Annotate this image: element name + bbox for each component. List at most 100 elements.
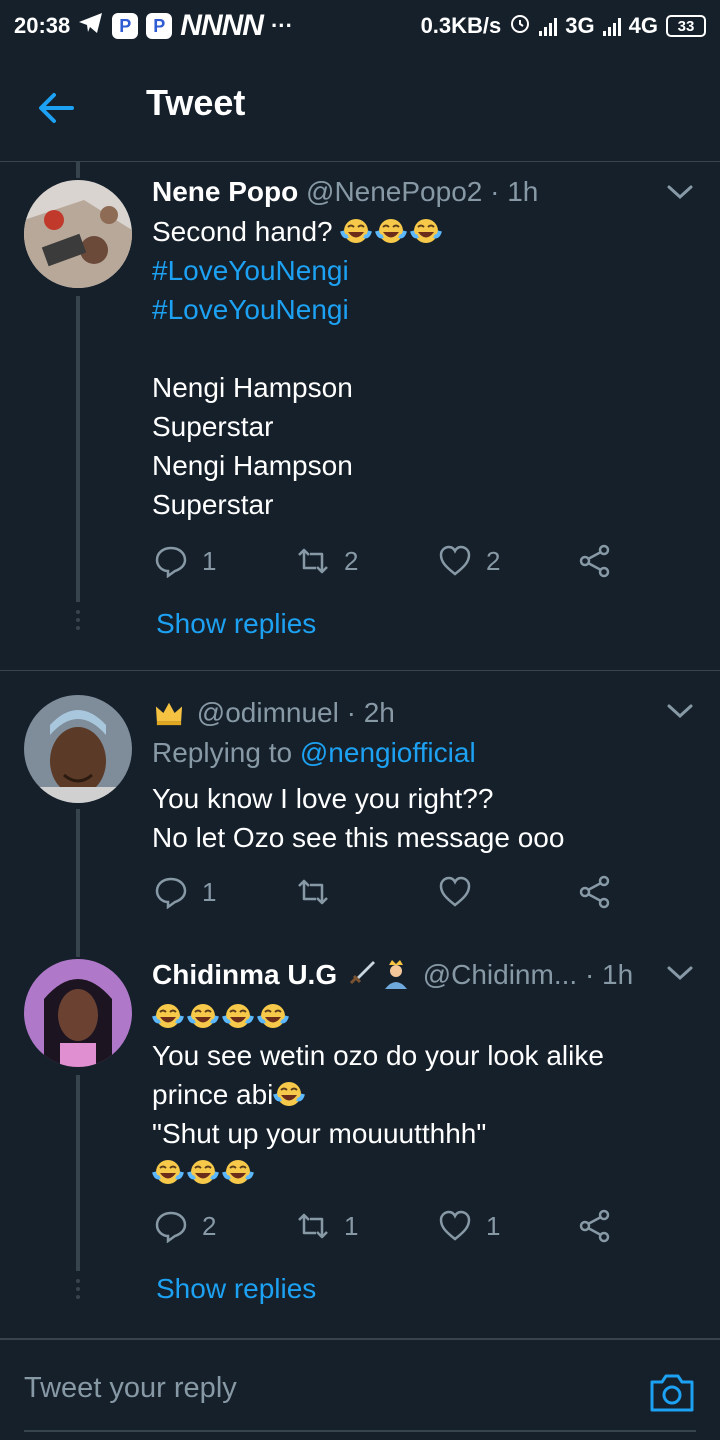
network-speed: 0.3KB/s [420,13,502,38]
retweet-count: 1 [344,1210,359,1241]
prince-icon [384,960,407,989]
camera-icon [650,1374,694,1412]
camera-button[interactable] [648,1368,696,1416]
notification-icons: NNNN [180,9,264,42]
replying-to-label: Replying to [152,737,293,768]
avatar[interactable] [24,695,132,803]
back-button[interactable] [34,86,78,130]
like-count: 2 [486,545,501,576]
user-handle[interactable]: @Chidinm... [423,959,577,990]
reply-count: 2 [202,1210,217,1241]
avatar-image [24,695,132,803]
avatar[interactable] [24,180,132,288]
retweet-icon [298,879,328,905]
share-icon [579,544,610,578]
crown-icon [155,702,183,726]
app-badge-1: P [112,13,139,39]
tweet-text: You know I love you right?? No let Ozo s… [152,779,564,857]
share-button[interactable] [578,1209,612,1243]
tears-of-joy-emoji [222,1001,254,1031]
signal-icon-2 [602,16,621,36]
tears-of-joy-emoji [152,1157,184,1187]
tears-of-joy-emoji [257,1001,289,1031]
app-badge-2: P [146,13,173,39]
reply-count: 1 [202,545,217,576]
thread-line [76,809,80,941]
tweet-header: Nene Popo @NenePopo2 · 1h [152,176,538,208]
chevron-down-icon[interactable] [664,957,696,989]
tweet-line [152,329,445,368]
arrow-left-icon [39,93,74,123]
tweet-line: You see wetin ozo do your look alike [152,1040,604,1071]
hashtag-link[interactable]: #LoveYouNengi [152,290,445,329]
thread-line-top [76,941,80,957]
reply-icon [155,546,187,578]
share-icon [579,875,610,909]
dagger-icon [349,961,375,985]
top-bar: Tweet [0,52,720,162]
tweet-line: No let Ozo see this message ooo [152,822,565,853]
chevron-down-icon[interactable] [664,176,696,208]
like-button[interactable] [438,875,486,909]
alarm-icon [509,12,531,40]
avatar[interactable] [24,959,132,1067]
share-button[interactable] [578,544,612,578]
status-bar: 20:38 P P NNNN ··· 0.3KB/s 3G 4G 33 [0,0,720,52]
tweet-actions: 2 1 1 [154,1209,624,1249]
like-button[interactable]: 1 [438,1209,500,1243]
reply-button[interactable]: 2 [154,1209,216,1243]
mention-link[interactable]: @nengiofficial [300,737,476,768]
tweet-header: Chidinma U.G @Chidinm... · 1h [152,959,633,991]
tweet-line: Superstar [152,489,274,520]
tweet-actions: 1 2 2 [154,544,624,584]
tweet-time: · 1h [584,959,634,990]
thread-line [76,1075,80,1271]
avatar-image [24,180,132,288]
tweet-line: Nengi Hampson [152,450,353,481]
show-replies-link[interactable]: Show replies [156,608,316,640]
tweet-time: · 1h [490,176,539,207]
tears-of-joy-emoji [187,1157,219,1187]
share-button[interactable] [578,875,612,909]
like-button[interactable]: 2 [438,544,500,578]
more-notifications: ··· [270,13,293,38]
tweet-line: Second hand? [152,216,333,247]
reply-button[interactable]: 1 [154,875,216,909]
tweet-actions: 1 [154,875,624,915]
network-type-1: 3G [565,13,595,38]
page-title: Tweet [146,82,246,123]
chevron-down-icon[interactable] [664,695,696,727]
reply-icon [155,877,187,909]
retweet-button[interactable]: 2 [296,544,358,578]
user-handle[interactable]: @odimnuel [197,697,339,728]
tweet-1[interactable]: Nene Popo @NenePopo2 · 1h Second hand? #… [0,162,720,670]
reply-button[interactable]: 1 [154,544,216,578]
thread-dots [74,610,82,634]
show-replies-link[interactable]: Show replies [156,1273,316,1305]
telegram-icon [78,12,104,40]
tears-of-joy-emoji [375,216,407,246]
tears-of-joy-emoji [187,1001,219,1031]
tears-of-joy-emoji [152,1001,184,1031]
tweet-text: Second hand? #LoveYouNengi #LoveYouNengi… [152,212,445,524]
reply-count: 1 [202,876,217,907]
retweet-icon [298,548,328,574]
retweet-button[interactable] [296,875,344,909]
tweet-line: Nengi Hampson [152,372,353,403]
display-name[interactable]: Nene Popo [152,176,298,207]
tweet-3[interactable]: Chidinma U.G @Chidinm... · 1h You see we… [0,941,720,1336]
like-count: 1 [486,1210,501,1241]
tweet-2[interactable]: @odimnuel · 2h Replying to @nengiofficia… [0,671,720,941]
reply-input[interactable]: Tweet your reply [24,1372,237,1405]
display-name[interactable]: Chidinma U.G [152,959,337,990]
user-handle[interactable]: @NenePopo2 [306,176,482,207]
retweet-count: 2 [344,545,359,576]
share-icon [579,1209,610,1243]
hashtag-link[interactable]: #LoveYouNengi [152,251,445,290]
tears-of-joy-emoji [340,216,372,246]
tweet-text: You see wetin ozo do your look alike pri… [152,997,604,1192]
tweet-line: You know I love you right?? [152,783,494,814]
reply-icon [155,1211,187,1243]
retweet-button[interactable]: 1 [296,1209,358,1243]
tweet-time: · 2h [346,697,395,728]
